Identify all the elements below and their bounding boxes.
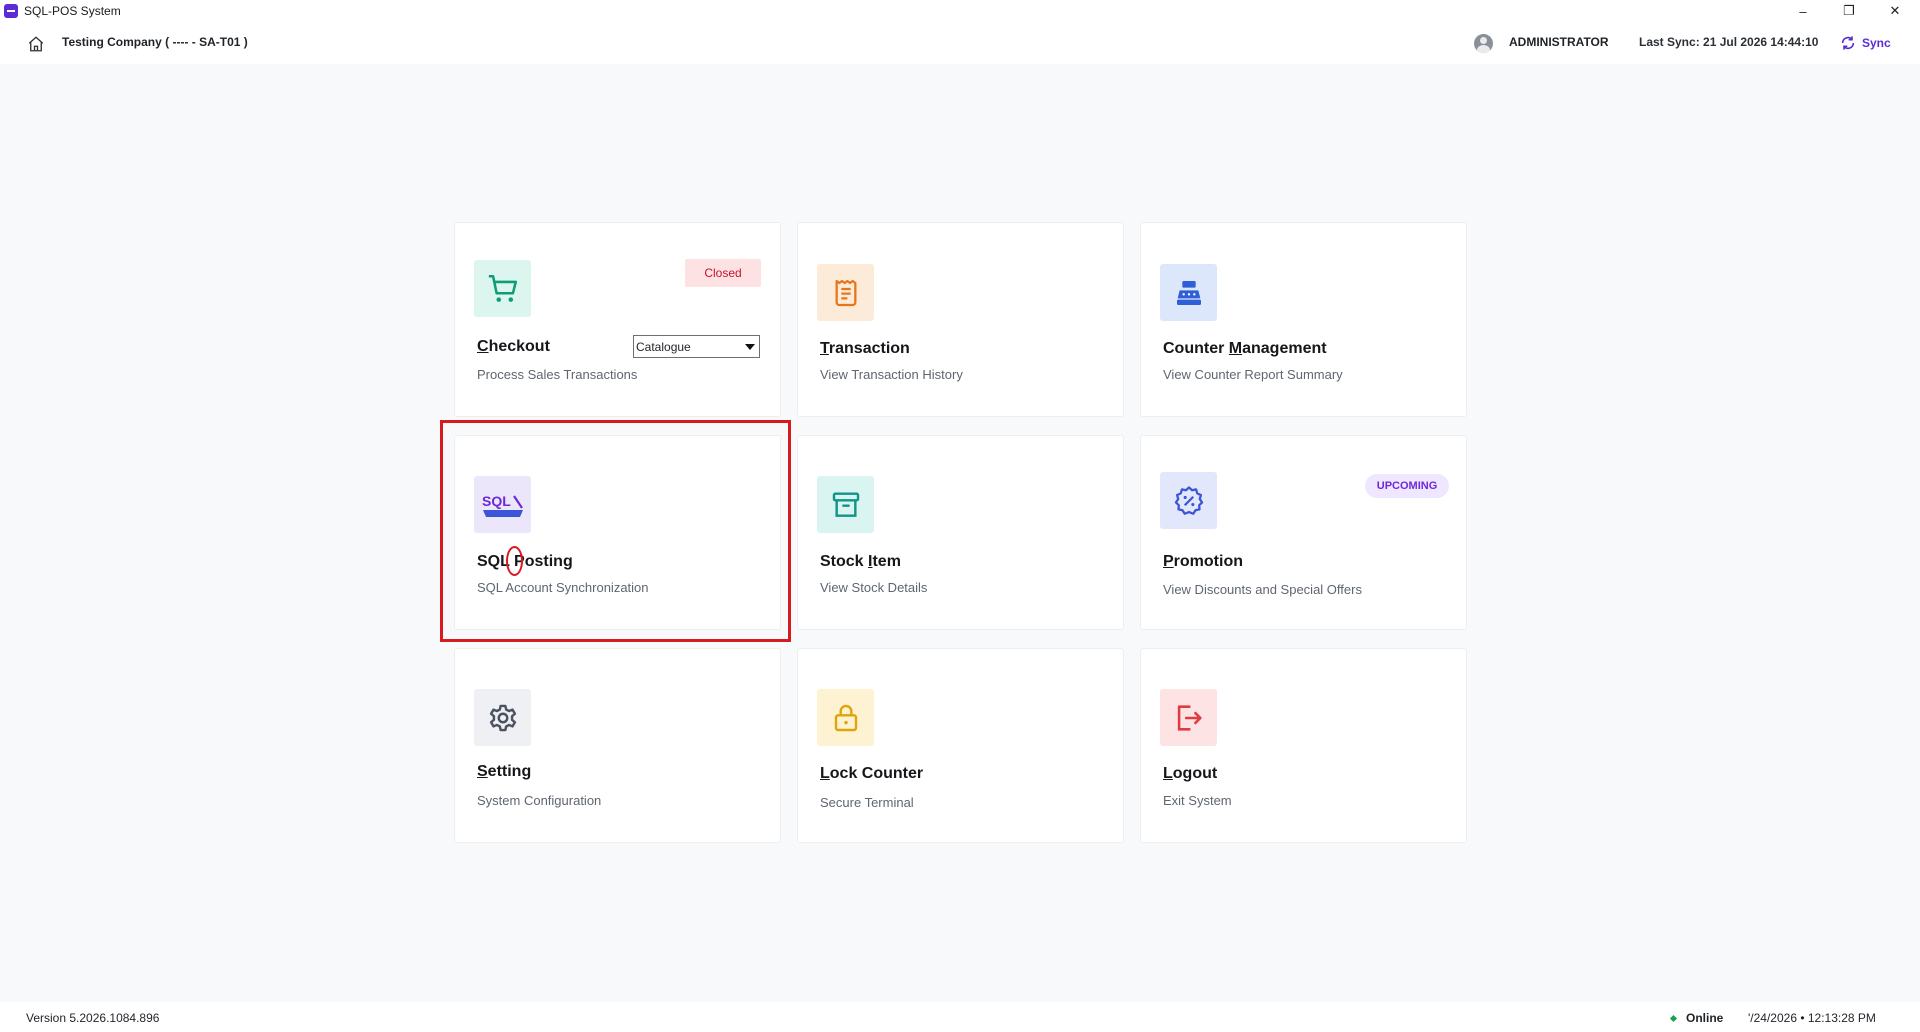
username: ADMINISTRATOR	[1509, 35, 1609, 49]
counter-icon-box	[1160, 264, 1217, 321]
lock-icon	[834, 704, 857, 731]
logout-icon-box	[1160, 689, 1217, 746]
online-status-icon	[1669, 1014, 1678, 1023]
home-icon[interactable]	[27, 35, 45, 53]
card-subtitle-promotion: View Discounts and Special Offers	[1163, 582, 1362, 597]
card-subtitle-sql-posting: SQL Account Synchronization	[477, 580, 649, 595]
card-sql-posting[interactable]: SQL SQL Posting SQL Account Synchronizat…	[454, 435, 781, 630]
minimize-button[interactable]: –	[1780, 0, 1826, 22]
card-setting[interactable]: Setting System Configuration	[454, 648, 781, 843]
logout-icon	[1177, 704, 1202, 731]
archive-box-icon	[832, 491, 859, 517]
avatar	[1474, 34, 1493, 53]
card-title-promotion: Promotion	[1163, 553, 1243, 570]
card-promotion[interactable]: UPCOMING Promotion View Discounts and Sp…	[1140, 435, 1467, 630]
chevron-down-icon[interactable]	[741, 336, 759, 357]
version-text: Version 5.2026.1084.896	[26, 1011, 160, 1025]
sync-button[interactable]: Sync	[1840, 32, 1891, 54]
checkout-icon-box	[474, 260, 531, 317]
window-title: SQL-POS System	[24, 4, 121, 18]
transaction-icon-box	[817, 264, 874, 321]
app-logo-icon	[4, 4, 18, 18]
app-header: Testing Company ( ---- - SA-T01 ) ADMINI…	[0, 22, 1920, 64]
card-title-checkout: Checkout	[477, 338, 550, 355]
card-subtitle-lock: Secure Terminal	[820, 795, 914, 810]
card-lock-counter[interactable]: Lock Counter Secure Terminal	[797, 648, 1124, 843]
mode-select-value: Catalogue	[636, 339, 691, 354]
card-title-logout: Logout	[1163, 765, 1218, 782]
card-counter-management[interactable]: Counter Management View Counter Report S…	[1140, 222, 1467, 417]
card-subtitle-counter: View Counter Report Summary	[1163, 367, 1343, 382]
card-subtitle-transaction: View Transaction History	[820, 367, 963, 382]
date-time: '/24/2026 • 12:13:28 PM	[1748, 1011, 1876, 1025]
card-title-stock-item: Stock Item	[820, 553, 901, 570]
connection-status: Online	[1686, 1011, 1724, 1025]
card-subtitle-checkout: Process Sales Transactions	[477, 367, 638, 382]
card-subtitle-logout: Exit System	[1163, 793, 1232, 808]
last-sync-text: Last Sync: 21 Jul 2026 14:44:10	[1639, 35, 1819, 49]
card-title-transaction: Transaction	[820, 340, 910, 357]
card-title-sql-posting: SQL Posting	[477, 553, 573, 570]
sync-icon	[1841, 36, 1855, 50]
lock-icon-box	[817, 689, 874, 746]
card-subtitle-setting: System Configuration	[477, 793, 602, 808]
status-badge-upcoming: UPCOMING	[1365, 474, 1449, 498]
restore-button[interactable]: ❐	[1826, 0, 1872, 22]
card-stock-item[interactable]: Stock Item View Stock Details	[797, 435, 1124, 630]
sync-label: Sync	[1862, 36, 1891, 50]
stock-icon-box	[817, 476, 874, 533]
card-title-lock-counter: Lock Counter	[820, 765, 924, 782]
close-button[interactable]: ✕	[1872, 0, 1918, 22]
promotion-icon-box	[1160, 472, 1217, 529]
receipt-icon	[835, 279, 856, 306]
discount-badge-icon	[1174, 485, 1203, 515]
company-name: Testing Company ( ---- - SA-T01 )	[62, 35, 248, 49]
card-checkout[interactable]: Closed Checkout Catalogue Process Sales …	[454, 222, 781, 417]
setting-icon-box	[474, 689, 531, 746]
card-title-counter-management: Counter Management	[1163, 340, 1327, 357]
sql-posting-icon-box: SQL	[474, 476, 531, 533]
status-badge-closed: Closed	[685, 259, 761, 287]
gear-icon	[489, 704, 516, 731]
window-titlebar: SQL-POS System – ❐ ✕	[0, 0, 1920, 22]
cart-icon	[488, 274, 517, 302]
sql-logo-text: SQL	[482, 493, 511, 509]
status-bar: Version 5.2026.1084.896 Online '/24/2026…	[0, 1002, 1920, 1032]
mode-select[interactable]: Catalogue	[633, 335, 760, 358]
card-transaction[interactable]: Transaction View Transaction History	[797, 222, 1124, 417]
card-logout[interactable]: Logout Exit System	[1140, 648, 1467, 843]
card-subtitle-stock: View Stock Details	[820, 580, 928, 595]
sql-account-logo: SQL	[482, 493, 523, 517]
cash-register-icon	[1176, 280, 1201, 305]
card-title-setting: Setting	[477, 763, 532, 780]
